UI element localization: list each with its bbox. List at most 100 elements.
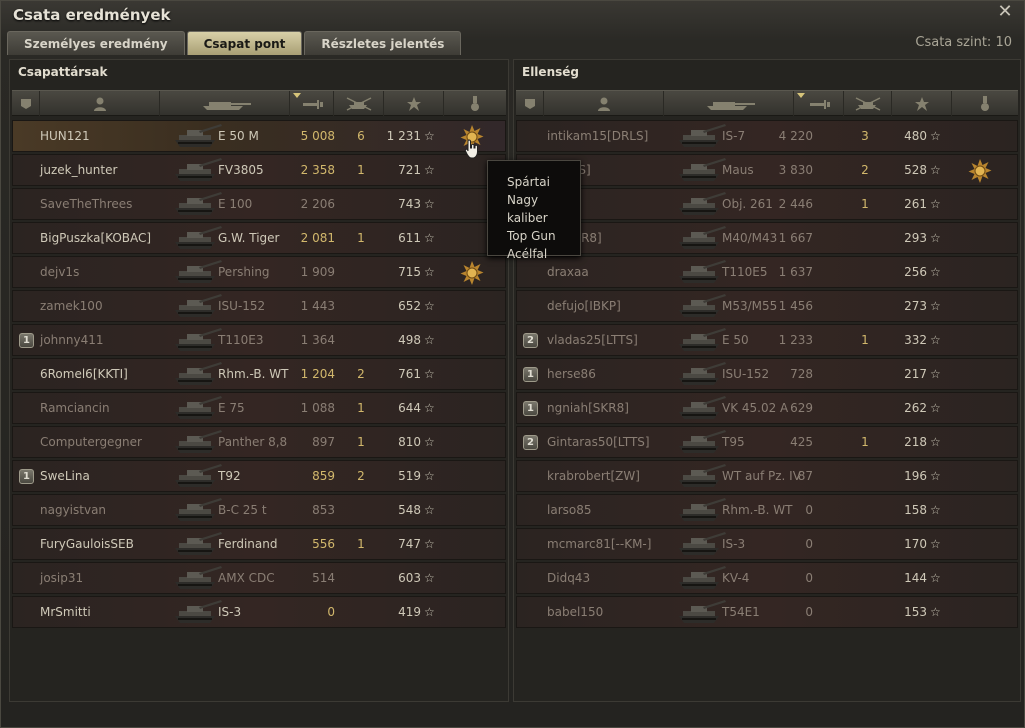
player-column-icon[interactable] [40, 91, 160, 116]
star-icon: ☆ [930, 265, 941, 279]
player-name[interactable]: Didq43 [547, 563, 590, 593]
player-name[interactable]: larso85 [547, 495, 591, 525]
player-name[interactable]: BigPuszka[KOBAC] [40, 223, 151, 253]
player-name[interactable]: babel150 [547, 597, 603, 627]
player-name[interactable]: Ramciancin [40, 393, 110, 423]
player-name[interactable]: zamek100 [40, 291, 103, 321]
xp-column-icon[interactable] [892, 91, 952, 116]
kills-value: 1 [357, 163, 365, 177]
table-row[interactable]: SaveTheThrees E 100 2 206 743 ☆ [12, 188, 506, 220]
player-name[interactable]: SaveTheThrees [40, 189, 132, 219]
tank-name: T95 [722, 435, 745, 449]
table-row[interactable]: 1 SweLina T92 859 2 519 ☆ [12, 460, 506, 492]
table-row[interactable]: babel150 T54E1 0 153 ☆ [516, 596, 1018, 628]
player-column-icon[interactable] [544, 91, 664, 116]
kills-value: 3 [861, 129, 869, 143]
table-row[interactable]: 2 Gintaras50[LTTS] T95 425 1 218 ☆ [516, 426, 1018, 458]
player-name[interactable]: FuryGauloisSEB [40, 529, 134, 559]
player-name[interactable]: dejv1s [40, 257, 79, 287]
kills-column-icon[interactable] [844, 91, 892, 116]
table-row[interactable]: Ramciancin E 75 1 088 1 644 ☆ [12, 392, 506, 424]
tank-icon [679, 600, 726, 623]
table-row[interactable]: 6Romel6[KKTI] Rhm.-B. WT 1 204 2 761 ☆ [12, 358, 506, 390]
close-icon[interactable]: ✕ [996, 3, 1014, 21]
player-name[interactable]: HUN121 [40, 121, 90, 151]
xp-value: 498 [398, 333, 421, 347]
table-row[interactable]: nagyistvan B-C 25 t 853 548 ☆ [12, 494, 506, 526]
squad-column-icon[interactable] [516, 91, 544, 116]
star-icon: ☆ [930, 537, 941, 551]
table-row[interactable]: MrSmitti IS-3 0 419 ☆ [12, 596, 506, 628]
table-row[interactable]: eObj. 2612 4461261☆ [516, 188, 1018, 220]
medal-icon[interactable] [967, 158, 993, 184]
tank-name: IS-3 [218, 605, 242, 619]
kills-column-icon[interactable] [334, 91, 384, 116]
star-icon: ☆ [424, 265, 435, 279]
player-name[interactable]: Gintaras50[LTTS] [547, 427, 650, 457]
medal-column-icon[interactable] [444, 91, 506, 116]
player-name[interactable]: Computergegner [40, 427, 142, 457]
player-name[interactable]: MrSmitti [40, 597, 91, 627]
tank-name: AMX CDC [218, 571, 275, 585]
player-name[interactable]: intikam15[DRLS] [547, 121, 648, 151]
medal-column-icon[interactable] [952, 91, 1018, 116]
tab-team-score[interactable]: Csapat pont [186, 31, 303, 55]
player-name[interactable]: juzek_hunter [40, 155, 117, 185]
table-row[interactable]: zamek100 ISU-152 1 443 652 ☆ [12, 290, 506, 322]
damage-column-icon[interactable] [794, 91, 844, 116]
table-row[interactable]: BigPuszka[KOBAC] G.W. Tiger 2 081 1 611 ☆ [12, 222, 506, 254]
xp-column-icon[interactable] [384, 91, 444, 116]
damage-column-icon[interactable] [290, 91, 334, 116]
player-name[interactable]: krabrobert[ZW] [547, 461, 640, 491]
player-name[interactable]: 6Romel6[KKTI] [40, 359, 128, 389]
player-name[interactable]: johnny411 [40, 325, 104, 355]
player-name[interactable]: herse86 [547, 359, 596, 389]
tank-name: T110E3 [218, 333, 264, 347]
table-row[interactable]: 1 johnny411 T110E3 1 364 498 ☆ [12, 324, 506, 356]
table-row[interactable]: 2 vladas25[LTTS] E 50 1 233 1 332 ☆ [516, 324, 1018, 356]
tab-detailed-report[interactable]: Részletes jelentés [304, 31, 462, 55]
table-row[interactable]: Computergegner Panther 8,8 897 1 810 ☆ [12, 426, 506, 458]
table-row[interactable]: Didq43 KV-4 0 144 ☆ [516, 562, 1018, 594]
tab-bar: Személyes eredmény Csapat pont Részletes… [7, 31, 463, 55]
tooltip-line: Nagy kaliber [507, 193, 548, 225]
table-row[interactable]: 1 ngniah[SKR8] VK 45.02 A 629 262 ☆ [516, 392, 1018, 424]
medal-icon[interactable] [459, 260, 485, 286]
table-row[interactable]: larso85 Rhm.-B. WT 0 158 ☆ [516, 494, 1018, 526]
player-name[interactable]: nagyistvan [40, 495, 106, 525]
table-row[interactable]: FuryGauloisSEB Ferdinand 556 1 747 ☆ [12, 528, 506, 560]
table-row[interactable]: HUN121 E 50 M 5 008 6 1 231 ☆ [12, 120, 506, 152]
xp-value: 548 [398, 503, 421, 517]
squad-column-icon[interactable] [12, 91, 40, 116]
table-row[interactable]: defujo[IBKP] M53/M55 1 456 273 ☆ [516, 290, 1018, 322]
tank-icon [679, 430, 726, 453]
tank-icon [175, 464, 222, 487]
player-name[interactable]: defujo[IBKP] [547, 291, 621, 321]
table-row[interactable]: intikam15[DRLS] IS-7 4 220 3 480 ☆ [516, 120, 1018, 152]
table-row[interactable]: krabrobert[ZW] WT auf Pz. IV 87 196 ☆ [516, 460, 1018, 492]
tank-column-icon[interactable] [664, 91, 794, 116]
tank-name: FV3805 [218, 163, 264, 177]
kills-value: 1 [357, 401, 365, 415]
player-name[interactable]: vladas25[LTTS] [547, 325, 638, 355]
table-row[interactable]: dejv1s Pershing 1 909 715 ☆ [12, 256, 506, 288]
tank-name: Maus [722, 163, 754, 177]
tab-personal-results[interactable]: Személyes eredmény [7, 31, 185, 55]
allies-panel: Csapattársak HUN121 E 50 M5 008 6 1 231 ☆ juz… [9, 59, 509, 702]
player-name[interactable]: mcmarc81[--KM-] [547, 529, 651, 559]
table-row[interactable]: mcmarc81[--KM-] IS-3 0 170 ☆ [516, 528, 1018, 560]
player-name[interactable]: ngniah[SKR8] [547, 393, 629, 423]
player-name[interactable]: josip31 [40, 563, 83, 593]
table-row[interactable]: ke[SKR8]M40/M431 667293☆ [516, 222, 1018, 254]
table-row[interactable]: 1 herse86 ISU-152 728 217 ☆ [516, 358, 1018, 390]
table-row[interactable]: josip31 AMX CDC 514 603 ☆ [12, 562, 506, 594]
player-name[interactable]: SweLina [40, 461, 90, 491]
star-icon: ☆ [424, 469, 435, 483]
squad-badge: 1 [523, 401, 538, 416]
table-row[interactable]: draxaa T110E5 1 637 256 ☆ [516, 256, 1018, 288]
table-row[interactable]: [GADS]Maus3 8302528☆ [516, 154, 1018, 186]
tank-column-icon[interactable] [160, 91, 290, 116]
damage-value: 2 081 [300, 231, 335, 245]
tank-name: G.W. Tiger [218, 231, 280, 245]
table-row[interactable]: juzek_hunter FV3805 2 358 1 721 ☆ [12, 154, 506, 186]
